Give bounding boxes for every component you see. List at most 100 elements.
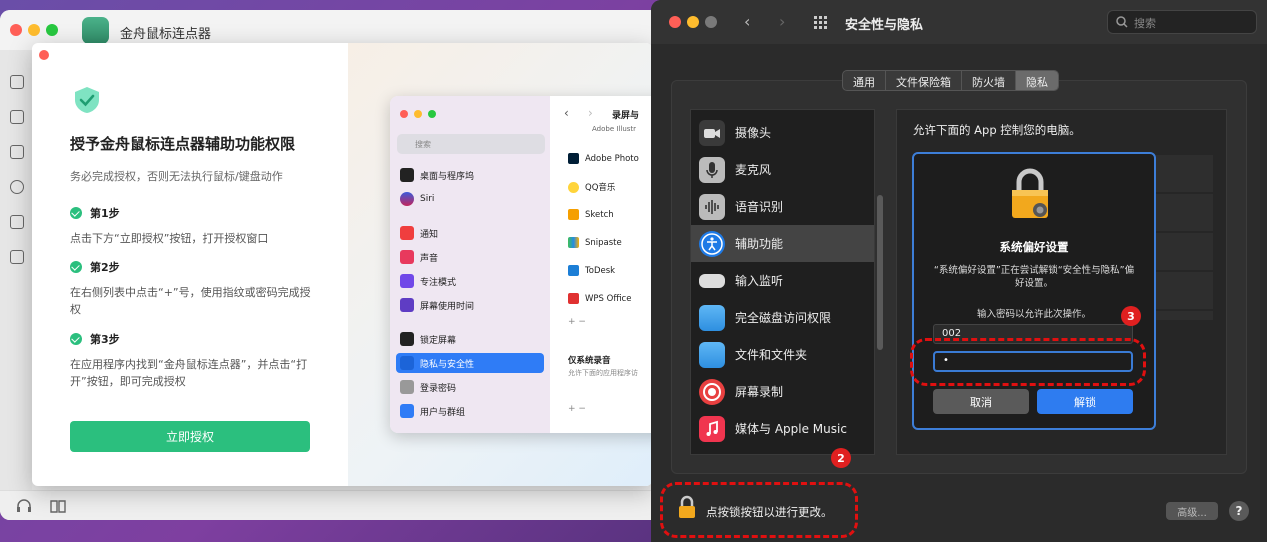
folder-icon[interactable]	[10, 250, 24, 264]
tab-filevault[interactable]: 文件保险箱	[886, 71, 962, 90]
step-2-desc: 在右侧列表中点击“+”号，使用指纹或密码完成授权	[70, 286, 311, 316]
close-button[interactable]	[669, 16, 681, 28]
search-input[interactable]: 搜索	[1107, 10, 1257, 34]
hourglass-icon	[400, 298, 414, 312]
window-icon[interactable]	[10, 145, 24, 159]
auth-dialog-prompt: 输入密码以允许此次操作。	[976, 309, 1091, 320]
app-sidebar	[0, 50, 32, 520]
preview-zoom-dot	[428, 110, 436, 118]
minimize-button[interactable]	[28, 24, 40, 36]
folder-icon	[699, 304, 725, 331]
tab-privacy[interactable]: 隐私	[1016, 71, 1058, 90]
check-icon	[70, 333, 82, 345]
accessibility-icon	[699, 230, 725, 257]
preview-item: 登录密码	[400, 380, 456, 394]
auth-dialog: 系统偏好设置 “系统偏好设置”正在尝试解锁“安全性与隐私”偏好设置。 输入密码以…	[912, 152, 1156, 430]
authorize-now-button[interactable]: 立即授权	[70, 421, 310, 452]
camera-icon	[699, 119, 725, 146]
tab-general[interactable]: 通用	[843, 71, 886, 90]
forward-chevron-icon[interactable]: ›	[779, 12, 785, 31]
privacy-item-microphone[interactable]: 麦克风	[691, 151, 874, 188]
preview-settings-window: 搜索 桌面与程序坞 Siri 通知 声音 专注模式 屏幕使用时间 锁定屏幕 隐私…	[390, 96, 652, 433]
hand-icon	[400, 356, 414, 370]
siri-icon	[400, 192, 414, 206]
annotation-lock-highlight	[660, 482, 858, 538]
list-scrollbar[interactable]	[877, 195, 883, 350]
list-icon[interactable]	[10, 110, 24, 124]
snipaste-icon	[568, 237, 579, 248]
step-1: 第1步	[70, 205, 120, 221]
preview-section-title: 仅系统录音	[568, 356, 611, 366]
annotation-badge-2: 2	[831, 448, 851, 468]
preview-content: ‹ › 录屏与 Adobe Illustr Adobe Photo QQ音乐 S…	[550, 96, 652, 433]
moon-icon	[400, 274, 414, 288]
prefs-toolbar: ‹ › 安全性与隐私 搜索	[651, 0, 1267, 44]
keyboard-icon	[699, 273, 725, 288]
todesk-icon	[568, 265, 579, 276]
privacy-item-full-disk[interactable]: 完全磁盘访问权限	[691, 299, 874, 336]
preview-item: 屏幕使用时间	[400, 298, 474, 312]
privacy-item-screen-recording[interactable]: 屏幕录制	[691, 373, 874, 410]
gallery-icon[interactable]	[10, 215, 24, 229]
bell-icon	[400, 226, 414, 240]
auth-dialog-title: 系统偏好设置	[999, 240, 1069, 254]
cancel-button[interactable]: 取消	[933, 389, 1029, 414]
preview-app: ToDesk	[568, 265, 615, 276]
preview-add-remove: + −	[568, 317, 586, 327]
grid-icon[interactable]	[814, 16, 828, 30]
minimize-button[interactable]	[687, 16, 699, 28]
help-button[interactable]: ?	[1229, 501, 1249, 521]
privacy-category-list: 摄像头 麦克风 语音识别 辅助功能 输入监听 完全磁盘访问权限 文件和文件夹 屏…	[690, 109, 875, 455]
preview-add-remove: + −	[568, 404, 586, 414]
preview-search: 搜索	[397, 134, 545, 154]
privacy-item-files-folders[interactable]: 文件和文件夹	[691, 336, 874, 373]
tab-firewall[interactable]: 防火墙	[962, 71, 1016, 90]
shield-check-icon	[75, 87, 99, 113]
annotation-password-highlight	[910, 338, 1146, 386]
privacy-item-input-monitoring[interactable]: 输入监听	[691, 262, 874, 299]
unlock-button[interactable]: 解锁	[1037, 389, 1133, 414]
privacy-item-media-music[interactable]: 媒体与 Apple Music	[691, 410, 874, 447]
preview-app: Adobe Photo	[568, 153, 639, 164]
advanced-button[interactable]: 高级...	[1166, 502, 1218, 520]
preview-sidebar: 搜索 桌面与程序坞 Siri 通知 声音 专注模式 屏幕使用时间 锁定屏幕 隐私…	[390, 96, 550, 433]
users-icon	[400, 404, 414, 418]
privacy-item-accessibility[interactable]: 辅助功能	[691, 225, 874, 262]
privacy-item-speech[interactable]: 语音识别	[691, 188, 874, 225]
preview-header: 录屏与	[612, 111, 640, 121]
zoom-button[interactable]	[46, 24, 58, 36]
check-icon	[70, 261, 82, 273]
qqmusic-icon	[568, 181, 579, 193]
search-icon	[1116, 16, 1128, 28]
close-button[interactable]	[10, 24, 22, 36]
privacy-item-camera[interactable]: 摄像头	[691, 114, 874, 151]
headset-icon[interactable]	[16, 499, 32, 513]
modal-instructions: 授予金舟鼠标连点器辅助功能权限 务必完成授权，否则无法执行鼠标/键盘动作 第1步…	[32, 43, 348, 486]
permission-description: 允许下面的 App 控制您的电脑。	[913, 123, 1081, 137]
security-privacy-window: ‹ › 安全性与隐私 搜索 通用 文件保险箱 防火墙 隐私 摄像头 麦克风 语音…	[651, 0, 1267, 542]
step-2: 第2步	[70, 259, 120, 275]
preview-app: Snipaste	[568, 237, 622, 248]
key-icon	[400, 380, 414, 394]
wps-icon	[568, 293, 579, 304]
app-rows	[1151, 155, 1213, 320]
app-footer	[0, 490, 660, 520]
music-note-icon	[699, 415, 725, 442]
home-icon[interactable]	[10, 75, 24, 89]
preview-item: 桌面与程序坞	[400, 168, 474, 182]
back-chevron-icon: ‹	[564, 106, 569, 120]
preview-item: 用户与群组	[400, 404, 465, 418]
step-3: 第3步	[70, 331, 120, 347]
check-icon	[70, 207, 82, 219]
back-chevron-icon[interactable]: ‹	[744, 12, 750, 31]
dock-icon	[400, 168, 414, 182]
zoom-button[interactable]	[705, 16, 717, 28]
preview-min-dot	[414, 110, 422, 118]
modal-subtitle: 务必完成授权，否则无法执行鼠标/键盘动作	[70, 170, 283, 183]
lock-icon	[1012, 168, 1048, 218]
book-icon[interactable]	[50, 499, 66, 513]
preview-item: 专注模式	[400, 274, 456, 288]
bag-icon[interactable]	[10, 180, 24, 194]
annotation-badge-3: 3	[1121, 306, 1141, 326]
photoshop-icon	[568, 153, 579, 164]
